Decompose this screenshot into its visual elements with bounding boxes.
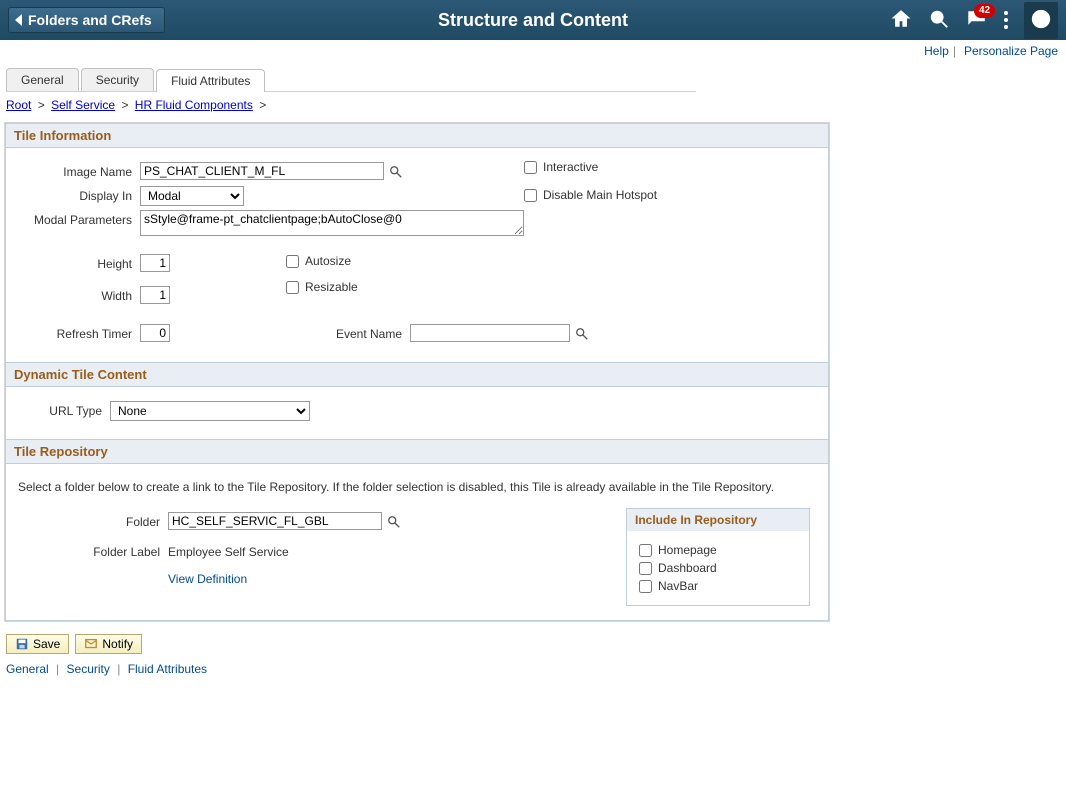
breadcrumb: Root > Self Service > HR Fluid Component… xyxy=(6,98,1060,112)
save-icon xyxy=(15,637,29,651)
help-link[interactable]: Help xyxy=(924,44,949,58)
notify-icon xyxy=(84,637,98,651)
breadcrumb-hr-fluid[interactable]: HR Fluid Components xyxy=(135,98,253,112)
label-resizable: Resizable xyxy=(305,280,358,294)
modal-parameters-input[interactable]: sStyle@frame-pt_chatclientpage;bAutoClos… xyxy=(140,210,524,236)
breadcrumb-self-service[interactable]: Self Service xyxy=(51,98,115,112)
label-folder-label: Folder Label xyxy=(16,542,168,562)
navbar-icon[interactable] xyxy=(1024,2,1058,39)
tab-security[interactable]: Security xyxy=(81,68,154,91)
homepage-checkbox[interactable] xyxy=(639,544,652,557)
resizable-checkbox[interactable] xyxy=(286,281,299,294)
label-autosize: Autosize xyxy=(305,254,351,268)
page-title: Structure and Content xyxy=(438,10,628,31)
event-name-input[interactable] xyxy=(410,324,570,342)
section-repository: Select a folder below to create a link t… xyxy=(5,464,829,621)
notify-button[interactable]: Notify xyxy=(75,634,142,654)
section-dynamic: URL Type None xyxy=(5,387,829,439)
image-name-lookup-icon[interactable] xyxy=(388,164,404,180)
folder-lookup-icon[interactable] xyxy=(386,514,402,530)
display-in-select[interactable]: Modal xyxy=(140,186,244,206)
width-input[interactable] xyxy=(140,286,170,304)
bottom-link-general[interactable]: General xyxy=(6,662,49,676)
view-definition-link[interactable]: View Definition xyxy=(168,572,247,586)
refresh-timer-input[interactable] xyxy=(140,324,170,342)
label-image-name: Image Name xyxy=(16,162,140,182)
bottom-link-security[interactable]: Security xyxy=(67,662,110,676)
label-homepage: Homepage xyxy=(658,543,717,557)
actions-menu-icon[interactable] xyxy=(1004,11,1008,29)
label-display-in: Display In xyxy=(16,186,140,206)
chevron-left-icon xyxy=(15,14,22,26)
section-tile-information-header: Tile Information xyxy=(5,123,829,148)
autosize-checkbox[interactable] xyxy=(286,255,299,268)
content-frame: Tile Information Image Name Display In M… xyxy=(4,122,830,622)
bottom-links: General | Security | Fluid Attributes xyxy=(6,662,1060,676)
search-icon[interactable] xyxy=(928,8,950,33)
label-interactive: Interactive xyxy=(543,160,598,174)
notifications-icon[interactable]: 42 xyxy=(966,8,988,33)
top-links: Help | Personalize Page xyxy=(0,40,1066,62)
disable-hotspot-checkbox[interactable] xyxy=(524,189,537,202)
label-url-type: URL Type xyxy=(16,401,110,421)
save-button[interactable]: Save xyxy=(6,634,69,654)
label-navbar: NavBar xyxy=(658,579,698,593)
height-input[interactable] xyxy=(140,254,170,272)
folder-input[interactable] xyxy=(168,512,382,530)
section-repository-header: Tile Repository xyxy=(5,439,829,464)
app-header: Folders and CRefs Structure and Content … xyxy=(0,0,1066,40)
url-type-select[interactable]: None xyxy=(110,401,310,421)
label-refresh-timer: Refresh Timer xyxy=(16,324,140,344)
label-disable-hotspot: Disable Main Hotspot xyxy=(543,188,657,202)
section-tile-information: Image Name Display In Modal Modal Parame… xyxy=(5,148,829,362)
image-name-input[interactable] xyxy=(140,162,384,180)
navbar-checkbox[interactable] xyxy=(639,580,652,593)
section-dynamic-header: Dynamic Tile Content xyxy=(5,362,829,387)
label-modal-parameters: Modal Parameters xyxy=(16,210,140,230)
label-width: Width xyxy=(16,286,140,306)
tab-fluid-attributes[interactable]: Fluid Attributes xyxy=(156,69,265,92)
button-bar: Save Notify xyxy=(6,634,1060,654)
include-in-repository-header: Include In Repository xyxy=(627,509,809,531)
label-folder: Folder xyxy=(16,512,168,532)
interactive-checkbox[interactable] xyxy=(524,161,537,174)
back-button-label: Folders and CRefs xyxy=(28,12,152,28)
label-dashboard: Dashboard xyxy=(658,561,717,575)
repository-description: Select a folder below to create a link t… xyxy=(18,480,816,494)
home-icon[interactable] xyxy=(890,8,912,33)
breadcrumb-root[interactable]: Root xyxy=(6,98,31,112)
label-height: Height xyxy=(16,254,140,274)
folder-label-value: Employee Self Service xyxy=(168,542,289,562)
tab-general[interactable]: General xyxy=(6,68,79,91)
dashboard-checkbox[interactable] xyxy=(639,562,652,575)
include-in-repository-box: Include In Repository Homepage Dashboard… xyxy=(626,508,810,606)
personalize-link[interactable]: Personalize Page xyxy=(964,44,1058,58)
label-event-name: Event Name xyxy=(170,324,410,344)
event-name-lookup-icon[interactable] xyxy=(574,326,590,342)
tab-strip: General Security Fluid Attributes xyxy=(6,68,696,92)
bottom-link-fluid[interactable]: Fluid Attributes xyxy=(128,662,207,676)
notifications-badge: 42 xyxy=(974,4,995,18)
back-button[interactable]: Folders and CRefs xyxy=(8,7,165,33)
